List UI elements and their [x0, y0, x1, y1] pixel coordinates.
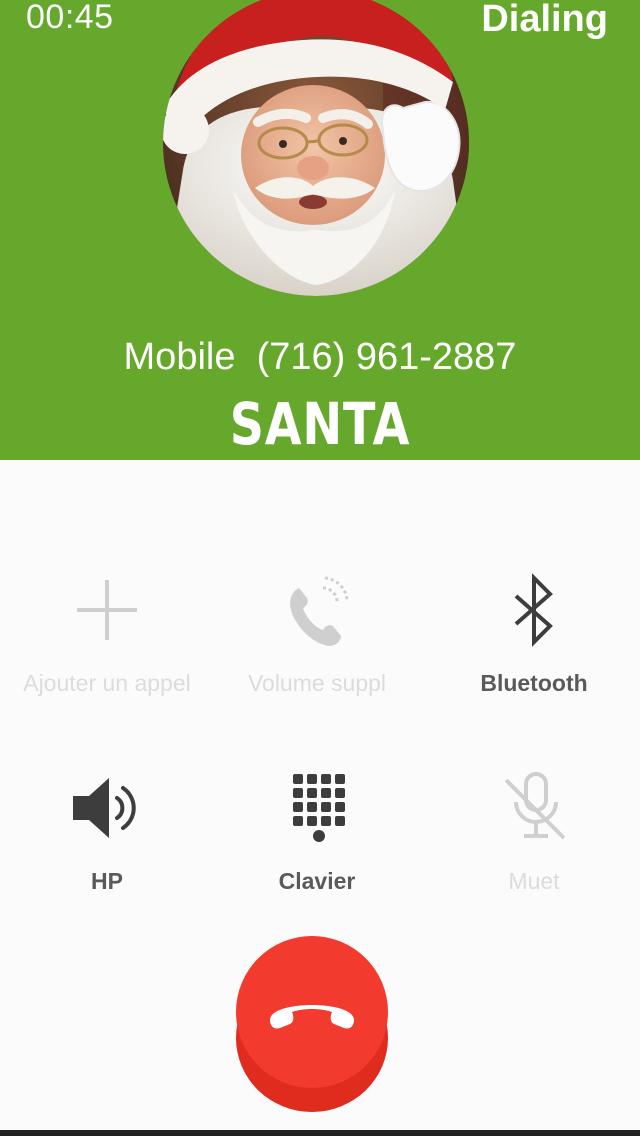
caller-number: Mobile (716) 961-2887	[123, 336, 517, 378]
add-call-button[interactable]: Ajouter un appel	[0, 570, 214, 720]
keypad-icon	[277, 768, 357, 848]
call-screen: 00:45 Dialing Mobile (716) 961-2887 SANT…	[0, 0, 640, 1136]
speaker-label: HP	[91, 868, 123, 894]
caller-name: SANTA	[229, 390, 411, 458]
volume-boost-label: Volume suppl	[247, 670, 387, 696]
bluetooth-button[interactable]: Bluetooth	[427, 570, 640, 720]
end-call-button[interactable]	[234, 934, 390, 1114]
santa-portrait	[163, 0, 469, 296]
keypad-label: Clavier	[278, 868, 356, 894]
bottom-edge	[0, 1130, 640, 1136]
mute-button[interactable]: Muet	[427, 768, 640, 918]
volume-boost-button[interactable]: Volume suppl	[210, 570, 424, 720]
bluetooth-label: Bluetooth	[480, 670, 588, 696]
plus-icon	[67, 570, 147, 650]
mic-off-icon	[494, 768, 574, 848]
caller-avatar	[163, 0, 469, 296]
bluetooth-icon	[494, 570, 574, 650]
call-header: 00:45 Dialing Mobile (716) 961-2887 SANT…	[0, 0, 640, 460]
call-state: Dialing	[481, 0, 608, 40]
speaker-button[interactable]: HP	[0, 768, 214, 918]
phone-volume-icon	[277, 570, 357, 650]
speaker-icon	[67, 768, 147, 848]
add-call-label: Ajouter un appel	[23, 670, 191, 696]
end-call-disc	[236, 936, 388, 1112]
status-time: 00:45	[26, 0, 114, 36]
keypad-button[interactable]: Clavier	[210, 768, 424, 918]
mute-label: Muet	[508, 868, 560, 894]
